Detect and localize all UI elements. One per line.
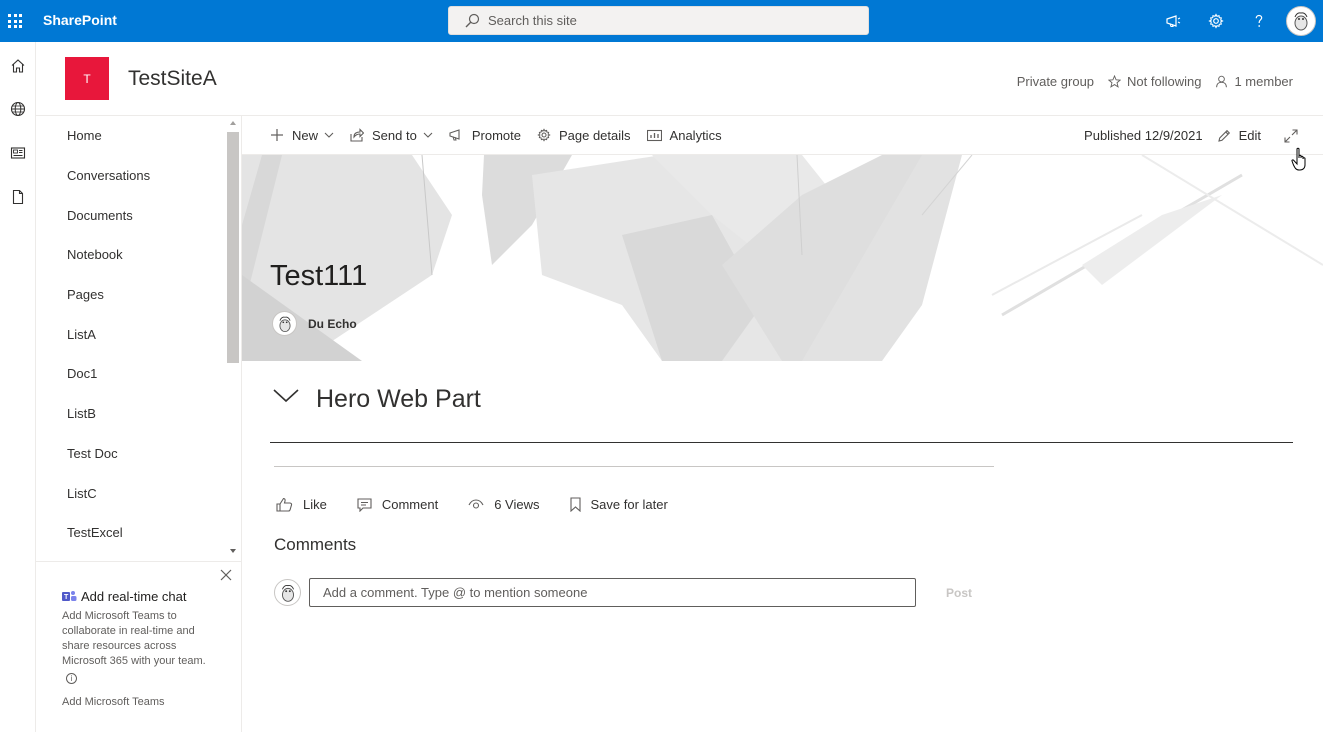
analytics-icon — [646, 129, 662, 141]
add-teams-link[interactable]: Add Microsoft Teams — [62, 696, 165, 708]
star-icon — [1108, 75, 1122, 88]
avatar — [272, 311, 297, 336]
megaphone-icon — [449, 129, 460, 141]
section-title: Hero Web Part — [316, 385, 481, 413]
person-icon — [1216, 75, 1228, 88]
news-icon[interactable] — [6, 141, 30, 165]
send-to-button[interactable]: Send to — [350, 128, 433, 143]
nav-item-test-doc[interactable]: Test Doc — [36, 434, 241, 474]
site-title[interactable]: TestSiteA — [128, 67, 217, 91]
new-button[interactable]: New — [270, 128, 334, 143]
gear-icon — [537, 128, 551, 142]
comments-heading: Comments — [274, 535, 357, 554]
expand-icon[interactable] — [1283, 128, 1299, 144]
published-status: Published 12/9/2021 — [1084, 128, 1203, 143]
svg-text:T: T — [64, 594, 69, 601]
teams-promo-description: Add Microsoft Teams to collaborate in re… — [62, 610, 206, 667]
suite-bar: SharePoint Search this site — [0, 0, 1323, 42]
bookmark-icon — [569, 497, 581, 512]
search-placeholder: Search this site — [488, 13, 577, 28]
gear-icon[interactable] — [1194, 0, 1237, 42]
document-icon[interactable] — [6, 185, 30, 209]
nav-item-home[interactable]: Home — [36, 116, 241, 156]
nav-item-listb[interactable]: ListB — [36, 394, 241, 434]
search-icon — [465, 13, 480, 27]
privacy-label: Private group — [1016, 74, 1095, 89]
collapsible-section-header[interactable]: Hero Web Part — [270, 383, 1293, 443]
nav-item-lista[interactable]: ListA — [36, 314, 241, 354]
author-name: Du Echo — [308, 316, 357, 331]
plus-icon — [271, 129, 283, 141]
teams-icon: T — [62, 591, 77, 601]
chevron-down-icon — [423, 132, 433, 138]
scroll-down-arrow[interactable] — [230, 549, 236, 553]
left-navigation: Home Conversations Documents Notebook Pa… — [36, 116, 242, 561]
megaphone-icon[interactable] — [1151, 0, 1194, 42]
comment-compose: Post — [274, 578, 972, 607]
chevron-down-icon — [324, 132, 334, 138]
title-banner — [242, 155, 1323, 361]
social-bar: Like Comment 6 Views Save for later — [276, 497, 698, 512]
command-bar: New Send to Promote Page details Analyti… — [242, 116, 1323, 155]
thumbs-up-icon — [276, 497, 293, 512]
site-logo[interactable]: T — [65, 57, 109, 100]
help-icon[interactable] — [1237, 0, 1280, 42]
search-box[interactable]: Search this site — [448, 6, 869, 35]
nav-item-documents[interactable]: Documents — [36, 195, 241, 235]
comment-icon — [357, 497, 372, 512]
teams-promo-panel: T Add real-time chat Add Microsoft Teams… — [36, 561, 242, 732]
post-button[interactable]: Post — [946, 586, 972, 600]
app-brand-link[interactable]: SharePoint — [43, 12, 117, 28]
avatar — [274, 579, 301, 606]
comment-button[interactable]: Comment — [357, 497, 438, 512]
waffle-icon[interactable] — [0, 0, 30, 42]
nav-item-doc1[interactable]: Doc1 — [36, 354, 241, 394]
nav-item-conversations[interactable]: Conversations — [36, 156, 241, 196]
globe-icon[interactable] — [6, 97, 30, 121]
views-count: 6 Views — [468, 497, 540, 512]
page-details-button[interactable]: Page details — [537, 128, 631, 143]
save-for-later-button[interactable]: Save for later — [569, 497, 668, 512]
nav-item-testexcel[interactable]: TestExcel — [36, 513, 241, 553]
follow-button[interactable]: Not following — [1108, 74, 1201, 89]
nav-item-pages[interactable]: Pages — [36, 275, 241, 315]
app-bar — [0, 42, 36, 732]
like-button[interactable]: Like — [276, 497, 327, 512]
hand-cursor-icon — [1291, 147, 1306, 171]
info-icon[interactable]: i — [66, 673, 77, 684]
eye-icon — [468, 498, 484, 509]
banner-background — [242, 155, 1323, 361]
nav-scrollbar[interactable] — [227, 116, 239, 561]
promote-button[interactable]: Promote — [449, 128, 521, 143]
analytics-button[interactable]: Analytics — [646, 128, 722, 143]
members-button[interactable]: 1 member — [1215, 74, 1293, 89]
share-icon — [350, 128, 365, 142]
scroll-up-arrow[interactable] — [230, 121, 236, 125]
divider — [274, 466, 994, 467]
home-icon[interactable] — [6, 54, 30, 78]
teams-promo-title: Add real-time chat — [81, 589, 187, 604]
comment-input[interactable] — [309, 578, 916, 607]
page-author[interactable]: Du Echo — [272, 311, 357, 336]
pencil-icon — [1217, 129, 1230, 142]
nav-item-notebook[interactable]: Notebook — [36, 235, 241, 275]
scroll-thumb[interactable] — [227, 132, 239, 363]
edit-button[interactable]: Edit — [1217, 128, 1261, 143]
site-header: T TestSiteA Private group Not following … — [36, 42, 1323, 116]
user-avatar[interactable] — [1286, 6, 1316, 36]
close-icon[interactable] — [219, 568, 233, 582]
chevron-down-icon[interactable] — [273, 388, 299, 404]
page-title: Test111 — [270, 260, 368, 292]
nav-item-listc[interactable]: ListC — [36, 473, 241, 513]
